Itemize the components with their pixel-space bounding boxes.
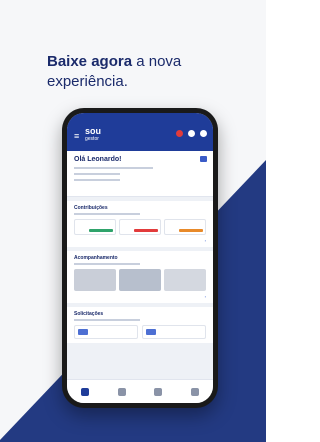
profile-icon[interactable] — [190, 387, 199, 396]
logout-icon[interactable] — [200, 130, 207, 137]
headline-bold: Baixe agora — [47, 53, 133, 70]
phone-screen: ≡ sou gestor Olá Leonardo! Contribuições — [67, 113, 213, 403]
bell-icon[interactable] — [176, 130, 183, 137]
app-logo: sou gestor — [85, 127, 101, 143]
requests-section: Solicitações — [67, 307, 213, 343]
accompaniment-thumbnails — [74, 269, 206, 291]
phone-mockup: ≡ sou gestor Olá Leonardo! Contribuições — [62, 108, 218, 408]
app-bar-icons — [176, 130, 207, 137]
contribution-card[interactable] — [119, 219, 161, 235]
accompaniment-thumbnail[interactable] — [74, 269, 116, 291]
menu-icon[interactable]: ≡ — [74, 131, 79, 141]
requests-subtitle — [74, 319, 140, 321]
requests-title: Solicitações — [74, 311, 104, 317]
contribution-value — [179, 229, 203, 232]
headline-rest-2: experiência. — [47, 73, 128, 90]
request-icon — [78, 329, 88, 335]
headline: Baixe agora a nova experiência. — [47, 52, 247, 92]
contribution-value — [89, 229, 113, 232]
accompaniment-thumbnail[interactable] — [164, 269, 206, 291]
contribution-card[interactable] — [164, 219, 206, 235]
calendar-icon[interactable] — [200, 156, 207, 162]
logo-bottom: gestor — [85, 136, 99, 142]
request-card[interactable] — [142, 325, 206, 339]
gear-icon[interactable] — [188, 130, 195, 137]
chat-icon[interactable] — [154, 387, 163, 396]
accompaniment-thumbnail[interactable] — [119, 269, 161, 291]
greeting-detail-line — [74, 173, 121, 175]
contribution-card[interactable] — [74, 219, 116, 235]
request-cards — [74, 325, 206, 339]
greeting-card: Olá Leonardo! — [67, 151, 213, 197]
contribution-value — [134, 229, 158, 232]
home-icon[interactable] — [81, 387, 90, 396]
accompaniment-section: Acompanhamento › — [67, 251, 213, 303]
contributions-subtitle — [74, 213, 140, 215]
contribution-cards — [74, 219, 206, 235]
accompaniment-link[interactable]: › — [74, 294, 206, 299]
contributions-link[interactable]: › — [74, 238, 206, 243]
request-card[interactable] — [74, 325, 138, 339]
contributions-section: Contribuições › — [67, 201, 213, 247]
request-icon — [146, 329, 156, 335]
accompaniment-subtitle — [74, 263, 140, 265]
headline-rest-1: a nova — [132, 53, 182, 70]
greeting-detail-line — [74, 179, 121, 181]
contributions-title: Contribuições — [74, 205, 108, 211]
app-bar: ≡ sou gestor — [67, 113, 213, 151]
greeting-detail-line — [74, 167, 154, 169]
accompaniment-title: Acompanhamento — [74, 255, 118, 261]
bottom-tab-bar — [67, 379, 213, 403]
greeting-title: Olá Leonardo! — [74, 156, 122, 163]
building-icon[interactable] — [117, 387, 126, 396]
